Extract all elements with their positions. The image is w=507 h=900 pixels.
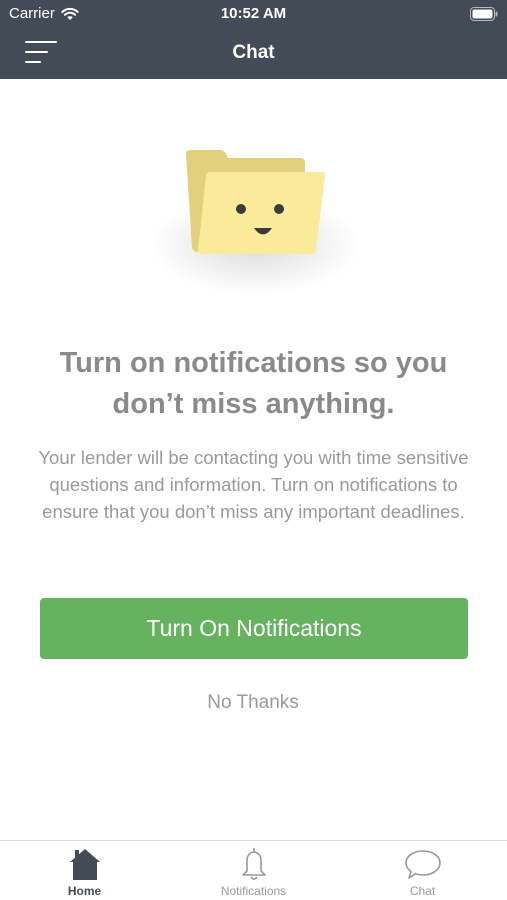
tab-chat-label: Chat — [409, 884, 436, 898]
no-thanks-button[interactable]: No Thanks — [153, 688, 353, 718]
status-bar: Carrier 10:52 AM — [0, 0, 507, 28]
home-icon — [69, 849, 100, 880]
status-time: 10:52 AM — [220, 5, 287, 22]
battery-icon — [470, 7, 498, 21]
tab-chat[interactable]: Chat — [338, 841, 507, 900]
top-bar: Carrier 10:52 AM Chat — [0, 0, 507, 79]
nav-bar: Chat — [0, 28, 507, 79]
headline: Turn on notifications so you don’t miss … — [59, 347, 448, 420]
tab-bar: Home Notifications Chat — [0, 840, 507, 900]
tab-home[interactable]: Home — [0, 841, 169, 900]
bell-icon — [241, 848, 266, 880]
chat-bubble-icon — [404, 850, 441, 879]
page-title: Chat — [232, 42, 275, 63]
tab-notifications[interactable]: Notifications — [169, 841, 338, 900]
description-text: Your lender will be contacting you with … — [38, 447, 469, 522]
tab-home-label: Home — [67, 884, 102, 898]
turn-on-notifications-button[interactable]: Turn On Notifications — [40, 598, 468, 659]
tab-notifications-label: Notifications — [220, 884, 287, 898]
smiling-folder-icon — [150, 150, 360, 295]
